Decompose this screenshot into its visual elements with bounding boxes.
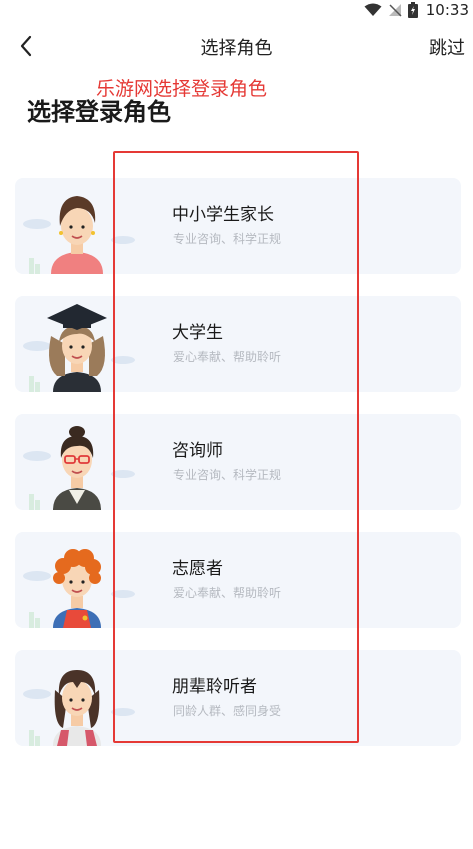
role-desc: 专业咨询、科学正规 — [173, 468, 282, 482]
status-icons: 10:33 — [364, 0, 469, 20]
role-card-counselor[interactable]: 咨询师 专业咨询、科学正规 — [15, 414, 461, 510]
graduate-avatar — [15, 296, 135, 392]
role-desc: 爱心奉献、帮助聆听 — [173, 586, 282, 600]
role-title: 朋辈聆听者 — [172, 677, 257, 697]
role-card-volunteer[interactable]: 志愿者 爱心奉献、帮助聆听 — [15, 532, 461, 628]
role-title: 志愿者 — [172, 559, 223, 579]
status-bar: 10:33 — [0, 0, 473, 20]
nav-bar: 选择角色 跳过 — [0, 22, 473, 68]
nav-title: 选择角色 — [200, 38, 273, 59]
role-desc: 同龄人群、感同身受 — [173, 704, 282, 718]
status-time: 10:33 — [425, 1, 469, 19]
parent-avatar — [15, 178, 135, 274]
role-card-parent[interactable]: 中小学生家长 专业咨询、科学正规 — [15, 178, 461, 274]
counselor-avatar — [15, 414, 135, 510]
no-signal-icon — [388, 4, 402, 17]
role-title: 大学生 — [172, 323, 223, 343]
page-heading: 选择登录角色 — [27, 98, 171, 126]
peer-listener-avatar — [15, 650, 135, 746]
role-card-peer-listener[interactable]: 朋辈聆听者 同龄人群、感同身受 — [15, 650, 461, 746]
volunteer-avatar — [15, 532, 135, 628]
role-title: 咨询师 — [172, 441, 223, 461]
skip-button[interactable]: 跳过 — [429, 34, 465, 60]
role-title: 中小学生家长 — [172, 205, 274, 225]
role-card-college-student[interactable]: 大学生 爱心奉献、帮助聆听 — [15, 296, 461, 392]
role-desc: 专业咨询、科学正规 — [173, 232, 282, 246]
battery-charging-icon — [407, 2, 418, 18]
wifi-icon — [364, 3, 382, 16]
role-list: 中小学生家长 专业咨询、科学正规 大学生 爱心奉献、帮助聆听 咨询师 专业咨询、… — [15, 178, 461, 768]
role-desc: 爱心奉献、帮助聆听 — [173, 350, 282, 364]
